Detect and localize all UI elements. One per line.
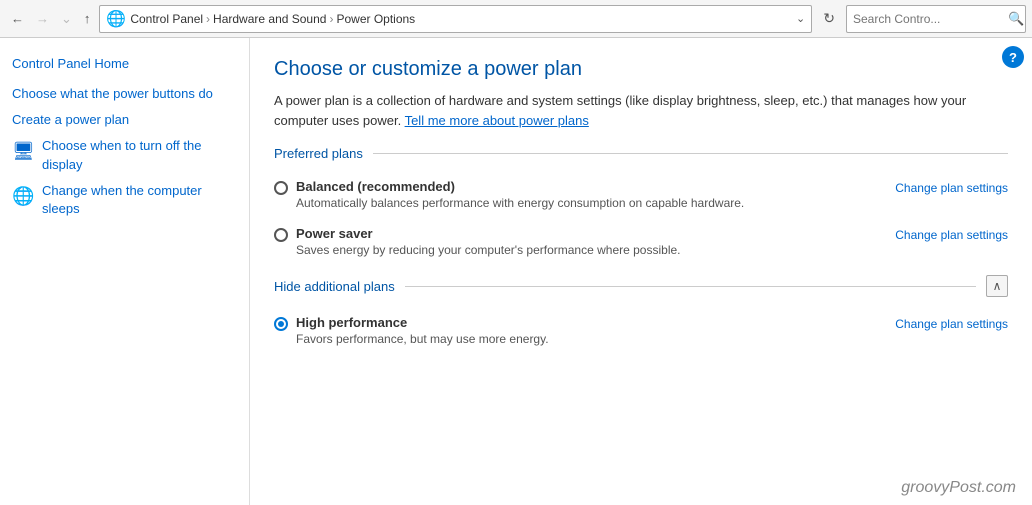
sidebar-label-computer-sleeps: Change when the computer sleeps [42, 182, 237, 218]
power-saver-name: Power saver [296, 226, 879, 241]
main-container: Control Panel Home Choose what the power… [0, 38, 1032, 505]
power-saver-radio[interactable] [274, 228, 288, 242]
power-saver-info: Power saver Saves energy by reducing you… [296, 226, 879, 257]
tell-me-more-link[interactable]: Tell me more about power plans [405, 113, 589, 128]
balanced-radio[interactable] [274, 181, 288, 195]
preferred-plans-divider [373, 153, 1008, 154]
preferred-plans-header: Preferred plans [274, 146, 1008, 161]
address-dropdown-button[interactable]: ⌄ [796, 12, 805, 25]
sidebar-home-label[interactable]: Control Panel Home [12, 56, 129, 71]
help-button[interactable]: ? [1002, 46, 1024, 68]
sidebar: Control Panel Home Choose what the power… [0, 38, 250, 505]
back-button[interactable]: ← [6, 8, 29, 29]
nav-buttons: ← → ⌄ ↑ [6, 8, 95, 30]
sleep-icon: 🌐 [12, 184, 34, 209]
preferred-plans-title: Preferred plans [274, 146, 363, 161]
sidebar-label-power-buttons: Choose what the power buttons do [12, 85, 213, 103]
display-icon: 🖥 [12, 139, 34, 164]
title-bar: ← → ⌄ ↑ 🌐 Control Panel › Hardware and S… [0, 0, 1032, 38]
high-performance-radio-area[interactable] [274, 315, 288, 331]
additional-plans-title: Hide additional plans [274, 279, 395, 294]
balanced-info: Balanced (recommended) Automatically bal… [296, 179, 879, 210]
high-performance-radio[interactable] [274, 317, 288, 331]
page-title: Choose or customize a power plan [274, 58, 1008, 81]
address-bar[interactable]: 🌐 Control Panel › Hardware and Sound › P… [99, 5, 812, 33]
search-input[interactable] [853, 12, 1008, 26]
refresh-button[interactable]: ↻ [816, 7, 842, 30]
breadcrumb-hardware[interactable]: Hardware and Sound [213, 12, 326, 26]
sep-2: › [329, 12, 333, 26]
sidebar-item-create-plan[interactable]: Create a power plan [0, 107, 249, 133]
breadcrumb-power[interactable]: Power Options [336, 12, 415, 26]
search-bar: 🔍 [846, 5, 1026, 33]
page-description: A power plan is a collection of hardware… [274, 91, 974, 130]
additional-plans-toggle[interactable]: ∧ [986, 275, 1008, 297]
globe-icon: 🌐 [106, 9, 126, 29]
sidebar-label-create-plan: Create a power plan [12, 111, 129, 129]
plan-item-power-saver: Power saver Saves energy by reducing you… [274, 220, 1008, 267]
content-pane: ? Choose or customize a power plan A pow… [250, 38, 1032, 505]
sidebar-home[interactable]: Control Panel Home [0, 50, 249, 81]
forward-button[interactable]: → [31, 8, 54, 29]
high-performance-info: High performance Favors performance, but… [296, 315, 879, 346]
sep-1: › [206, 12, 210, 26]
additional-plans-divider [405, 286, 976, 287]
balanced-radio-area[interactable] [274, 179, 288, 195]
breadcrumb-control-panel[interactable]: Control Panel [130, 12, 203, 26]
balanced-name: Balanced (recommended) [296, 179, 879, 194]
balanced-settings-link[interactable]: Change plan settings [895, 181, 1008, 195]
description-text: A power plan is a collection of hardware… [274, 93, 966, 128]
power-saver-radio-area[interactable] [274, 226, 288, 242]
high-performance-settings-link[interactable]: Change plan settings [895, 317, 1008, 331]
breadcrumb: Control Panel › Hardware and Sound › Pow… [130, 12, 415, 26]
additional-plans-header: Hide additional plans ∧ [274, 275, 1008, 297]
sidebar-item-computer-sleeps[interactable]: 🌐 Change when the computer sleeps [0, 178, 249, 222]
watermark: groovyPost.com [901, 479, 1016, 497]
sidebar-item-turn-off-display[interactable]: 🖥 Choose when to turn off the display [0, 133, 249, 177]
sidebar-label-turn-off-display: Choose when to turn off the display [42, 137, 237, 173]
up-button[interactable]: ↑ [79, 8, 96, 29]
sidebar-item-power-buttons[interactable]: Choose what the power buttons do [0, 81, 249, 107]
high-performance-desc: Favors performance, but may use more ene… [296, 332, 879, 346]
high-performance-name: High performance [296, 315, 879, 330]
plan-item-high-performance: High performance Favors performance, but… [274, 309, 1008, 356]
dropdown-button[interactable]: ⌄ [56, 8, 77, 30]
power-saver-settings-link[interactable]: Change plan settings [895, 228, 1008, 242]
power-saver-desc: Saves energy by reducing your computer's… [296, 243, 879, 257]
plan-item-balanced: Balanced (recommended) Automatically bal… [274, 173, 1008, 220]
balanced-desc: Automatically balances performance with … [296, 196, 879, 210]
search-icon[interactable]: 🔍 [1008, 11, 1024, 27]
